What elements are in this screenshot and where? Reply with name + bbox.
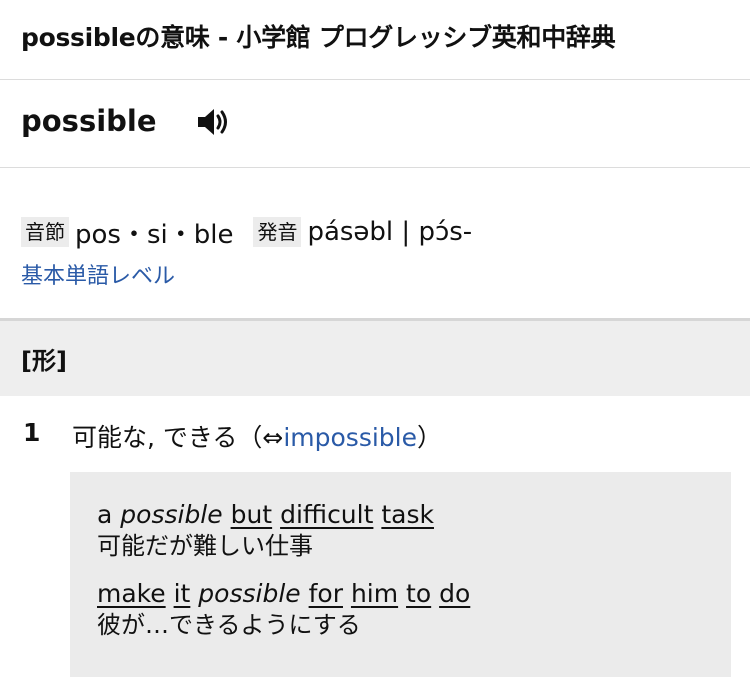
title-bar: possibleの意味 - 小学館 プログレッシブ英和中辞典 [0,0,750,80]
example-word: possible [120,500,223,529]
pronunciation-row: 音節 pos・si・ble 発音 pásəbl | pɔ́s- [21,215,750,250]
example-japanese: 可能だが難しい仕事 [97,532,313,560]
examples-box: a possible but difficult task 可能だが難しい仕事 … [70,472,731,677]
sense-number: 1 [23,418,41,447]
sense-definition: 可能な, できる（⇔impossible） [72,418,442,454]
page-title: possibleの意味 - 小学館 プログレッシブ英和中辞典 [21,22,616,52]
pronunciation-label: 発音 [253,217,302,247]
word-level-link[interactable]: 基本単語レベル [21,258,175,290]
example-english: make it possible for him to do [97,578,731,610]
sense-item: 1 可能な, できる（⇔impossible） [0,396,750,454]
pronunciation: pásəbl | pɔ́s- [307,217,473,247]
syllable-label: 音節 [21,217,69,247]
speaker-icon[interactable] [195,105,231,139]
example-word-link[interactable]: do [439,579,470,608]
example-word-link[interactable]: difficult [280,500,373,529]
example-word-link[interactable]: it [174,579,191,608]
example-item: make it possible for him to do 彼が…できるように… [97,578,731,641]
example-item: a possible but difficult task 可能だが難しい仕事 [97,499,731,562]
example-word-link[interactable]: task [381,500,434,529]
example-word-link[interactable]: him [351,579,398,608]
example-word: possible [198,579,301,608]
part-of-speech-header: [形] [0,318,750,396]
sense-text: 可能な, できる（⇔ [72,423,284,452]
example-word-link[interactable]: make [97,579,166,608]
antonym-link[interactable]: impossible [283,423,417,452]
example-english: a possible but difficult task [97,499,731,531]
entry-info: 音節 pos・si・ble 発音 pásəbl | pɔ́s- 基本単語レベル [0,168,750,318]
sense-close: ） [417,423,443,452]
dictionary-page: possibleの意味 - 小学館 プログレッシブ英和中辞典 possible … [0,0,750,677]
syllables: pos・si・ble [75,219,234,250]
example-word-link[interactable]: for [309,579,343,608]
example-word: a [97,500,113,529]
headword: possible [21,103,157,138]
example-word-link[interactable]: to [406,579,431,608]
example-japanese: 彼が…できるようにする [97,611,361,639]
example-word-link[interactable]: but [231,500,273,529]
headword-bar: possible [0,80,750,168]
